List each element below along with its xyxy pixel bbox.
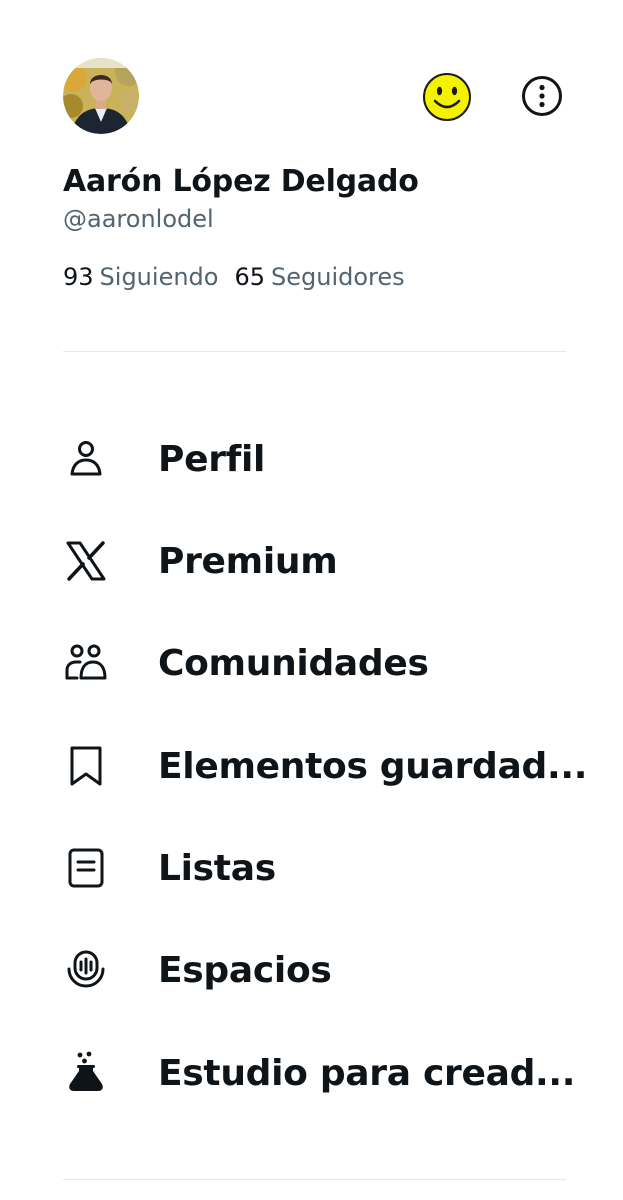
followers-link[interactable]: 65 Seguidores (234, 263, 404, 291)
menu-item-guardados[interactable]: Elementos guardad... (0, 726, 623, 806)
profile-photo-icon (63, 58, 139, 134)
creator-studio-icon (62, 1049, 110, 1097)
smiley-face-icon[interactable] (421, 72, 473, 122)
divider-top (63, 351, 566, 352)
x-logo-icon (62, 537, 110, 585)
menu-item-premium[interactable]: Premium (0, 521, 623, 601)
menu-item-perfil[interactable]: Perfil (0, 419, 623, 499)
menu-label: Espacios (158, 949, 332, 991)
bookmark-icon (62, 742, 110, 790)
menu-label: Premium (158, 540, 338, 582)
menu-item-listas[interactable]: Listas (0, 828, 623, 908)
more-options-icon[interactable] (519, 73, 565, 119)
menu-item-comunidades[interactable]: Comunidades (0, 623, 623, 703)
menu-item-espacios[interactable]: Espacios (0, 930, 623, 1010)
spaces-icon (62, 946, 110, 994)
person-icon (62, 435, 110, 483)
following-link[interactable]: 93 Siguiendo (63, 263, 218, 291)
menu-item-estudio[interactable]: Estudio para cread... (0, 1033, 623, 1113)
communities-icon (62, 639, 110, 687)
user-handle: @aaronlodel (63, 205, 214, 233)
followers-count: 65 (234, 263, 266, 291)
followers-label: Seguidores (271, 263, 405, 291)
menu-label: Comunidades (158, 642, 429, 684)
divider-bottom (63, 1179, 566, 1180)
menu-label: Estudio para cread... (158, 1052, 576, 1094)
display-name[interactable]: Aarón López Delgado (63, 164, 419, 199)
avatar[interactable] (63, 58, 139, 134)
menu-label: Perfil (158, 438, 266, 480)
following-label: Siguiendo (99, 263, 219, 291)
follow-stats: 93 Siguiendo 65 Seguidores (63, 263, 405, 291)
list-icon (62, 844, 110, 892)
menu-label: Elementos guardad... (158, 745, 588, 787)
following-count: 93 (63, 263, 94, 291)
navigation-drawer: Aarón López Delgado @aaronlodel 93 Siguie… (0, 0, 623, 1200)
menu-label: Listas (158, 847, 276, 889)
